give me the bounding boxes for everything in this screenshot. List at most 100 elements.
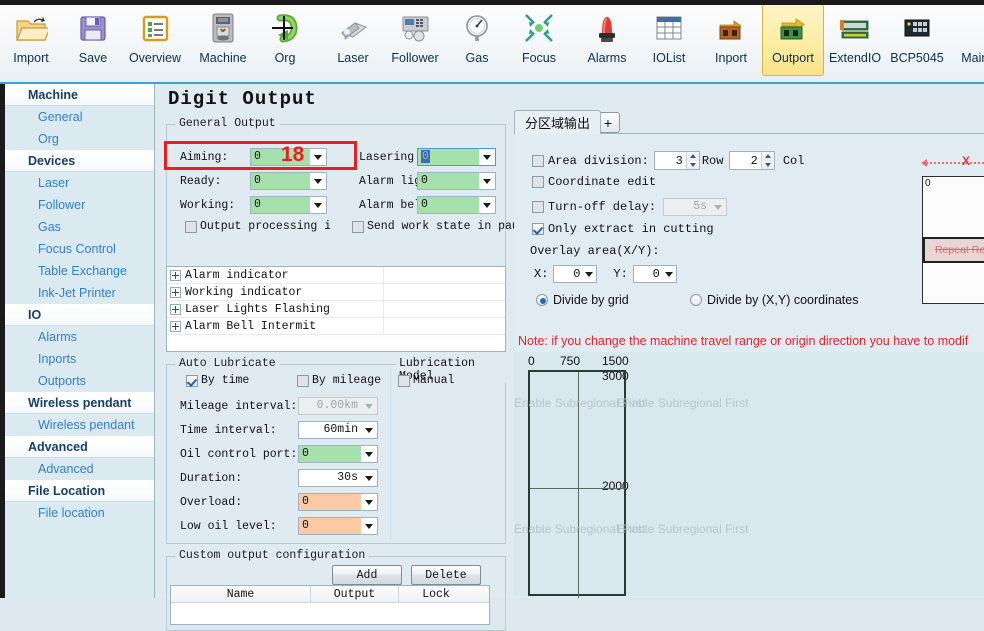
- repeat-region-label: Repeat Region: [925, 244, 984, 256]
- toolbar-button-org[interactable]: Org: [254, 4, 316, 76]
- tree-row[interactable]: Laser Lights Flashing: [167, 301, 505, 318]
- preview-repeat-region: Repeat Region: [923, 237, 984, 263]
- sidebar-item-inports[interactable]: Inports: [0, 348, 154, 370]
- sidebar-item-alarms[interactable]: Alarms: [0, 326, 154, 348]
- chevron-down-icon[interactable]: [361, 446, 377, 462]
- toolbar-button-outport[interactable]: Outport: [762, 4, 824, 76]
- add-button[interactable]: Add: [332, 565, 402, 585]
- toolbar-button-focus[interactable]: Focus: [508, 4, 570, 76]
- toolbar-button-import[interactable]: Import: [0, 4, 62, 76]
- checkbox-box[interactable]: [185, 221, 197, 233]
- divide-by-coords-radio[interactable]: [690, 294, 702, 306]
- turn-off-delay-checkbox[interactable]: [532, 201, 544, 213]
- sidebar-item-advanced[interactable]: Advanced: [0, 458, 154, 480]
- chevron-down-icon[interactable]: [361, 494, 377, 510]
- coordinate-edit-row[interactable]: Coordinate edit: [532, 175, 656, 189]
- toolbar-button-save[interactable]: Save: [62, 4, 124, 76]
- checkbox-box[interactable]: [352, 221, 364, 233]
- chevron-down-icon[interactable]: [310, 197, 326, 213]
- checkbox-by-mileage[interactable]: By mileage: [297, 374, 381, 387]
- tree-row[interactable]: Alarm Bell Intermit: [167, 318, 505, 335]
- checkbox-box[interactable]: [398, 375, 410, 387]
- alarm-bell-combo[interactable]: 0: [417, 196, 496, 214]
- sidebar-item-wireless-pendant[interactable]: Wireless pendant: [0, 414, 154, 436]
- checkbox-label: Send work state in paus: [367, 220, 515, 233]
- toolbar-button-alarms[interactable]: Alarms: [576, 4, 638, 76]
- navigation-sidebar[interactable]: Machine General Org Devices Laser Follow…: [0, 84, 155, 598]
- toolbar-button-follower[interactable]: Follower: [384, 4, 446, 76]
- tab-zone-output[interactable]: 分区域输出: [514, 110, 601, 134]
- area-division-col-spinner[interactable]: 2: [729, 151, 775, 170]
- toolbar-button-maintenance[interactable]: Maintenance: [954, 4, 984, 76]
- checkbox-box[interactable]: [186, 375, 198, 387]
- expand-plus-icon[interactable]: [170, 321, 181, 332]
- chevron-down-icon[interactable]: [662, 272, 676, 277]
- sidebar-item-table-exchange[interactable]: Table Exchange: [0, 260, 154, 282]
- toolbar-group-maintenance: Maintenance: [954, 0, 984, 78]
- custom-output-table[interactable]: Name Output Lock: [170, 585, 490, 625]
- chevron-down-icon[interactable]: [361, 422, 377, 438]
- sidebar-item-file-location[interactable]: File location: [0, 502, 154, 524]
- toolbar-button-laser[interactable]: Laser: [322, 4, 384, 76]
- time-interval-combo[interactable]: 60min: [298, 421, 378, 439]
- only-extract-row[interactable]: Only extract in cutting: [532, 222, 714, 236]
- sidebar-item-gas[interactable]: Gas: [0, 216, 154, 238]
- spinner-buttons[interactable]: [761, 152, 774, 169]
- lasering-combo[interactable]: 0: [417, 148, 496, 166]
- chevron-down-icon[interactable]: [479, 173, 495, 189]
- expand-plus-icon[interactable]: [170, 270, 181, 281]
- overlay-x-combo[interactable]: 0: [553, 265, 597, 283]
- sidebar-item-general[interactable]: General: [0, 106, 154, 128]
- toolbar-button-gas[interactable]: Gas: [446, 4, 508, 76]
- toolbar-button-machine[interactable]: Machine: [192, 4, 254, 76]
- toolbar-button-overview[interactable]: Overview: [124, 4, 186, 76]
- sidebar-item-outports[interactable]: Outports: [0, 370, 154, 392]
- chevron-down-icon[interactable]: [361, 470, 377, 486]
- working-combo[interactable]: 0: [250, 196, 327, 214]
- low-oil-level-combo[interactable]: 0: [298, 517, 378, 535]
- subregion-grid-area: 0 750 1500 3000 2000 Enable Subregional …: [514, 352, 984, 596]
- toolbar-button-extendio[interactable]: ExtendIO: [824, 4, 886, 76]
- sidebar-item-laser[interactable]: Laser: [0, 172, 154, 194]
- main-content: Digit Output General Output 18 Aiming: 0…: [156, 84, 984, 598]
- chevron-down-icon[interactable]: [310, 173, 326, 189]
- sidebar-item-focus-control[interactable]: Focus Control: [0, 238, 154, 260]
- expand-plus-icon[interactable]: [170, 304, 181, 315]
- sidebar-item-org[interactable]: Org: [0, 128, 154, 150]
- chevron-down-icon[interactable]: [361, 518, 377, 534]
- toolbar-button-bcp5045[interactable]: BCP5045: [886, 4, 948, 76]
- overload-combo[interactable]: 0: [298, 493, 378, 511]
- indicator-tree-list[interactable]: Alarm indicator Working indicator Laser …: [166, 266, 506, 352]
- spinner-buttons[interactable]: [686, 152, 699, 169]
- toolbar-button-inport[interactable]: Inport: [700, 4, 762, 76]
- tree-row[interactable]: Alarm indicator: [167, 267, 505, 284]
- checkbox-send-work-state[interactable]: Send work state in paus: [352, 220, 515, 233]
- expand-plus-icon[interactable]: [170, 287, 181, 298]
- area-division-checkbox[interactable]: [532, 155, 544, 167]
- overlay-y-combo[interactable]: 0: [633, 265, 677, 283]
- area-division-row-spinner[interactable]: 3: [654, 151, 700, 170]
- ready-combo[interactable]: 0: [250, 172, 327, 190]
- checkbox-by-time[interactable]: By time: [186, 374, 249, 387]
- oil-control-port-combo[interactable]: 0: [298, 445, 378, 463]
- checkbox-manual[interactable]: Manual: [398, 374, 454, 387]
- open-folder-icon: [14, 8, 48, 48]
- checkbox-output-processing[interactable]: Output processing instruct: [185, 220, 330, 233]
- coordinate-edit-checkbox[interactable]: [532, 176, 544, 188]
- delete-button[interactable]: Delete: [411, 565, 481, 585]
- chevron-down-icon[interactable]: [582, 272, 596, 277]
- chevron-down-icon[interactable]: [479, 197, 495, 213]
- toolbar-label: Inport: [715, 51, 747, 65]
- sidebar-item-follower[interactable]: Follower: [0, 194, 154, 216]
- only-extract-checkbox[interactable]: [532, 223, 544, 235]
- sidebar-item-ink-jet-printer[interactable]: Ink-Jet Printer: [0, 282, 154, 304]
- divide-by-coords-radio-row[interactable]: Divide by (X,Y) coordinates: [690, 293, 858, 307]
- tree-row[interactable]: Working indicator: [167, 284, 505, 301]
- duration-combo[interactable]: 30s: [298, 469, 378, 487]
- divide-by-grid-radio[interactable]: [536, 294, 548, 306]
- toolbar-button-iolist[interactable]: IOList: [638, 4, 700, 76]
- divide-by-grid-radio-row[interactable]: Divide by grid: [536, 293, 629, 307]
- checkbox-box[interactable]: [297, 375, 309, 387]
- chevron-down-icon[interactable]: [479, 149, 495, 165]
- alarm-light-combo[interactable]: 0: [417, 172, 496, 190]
